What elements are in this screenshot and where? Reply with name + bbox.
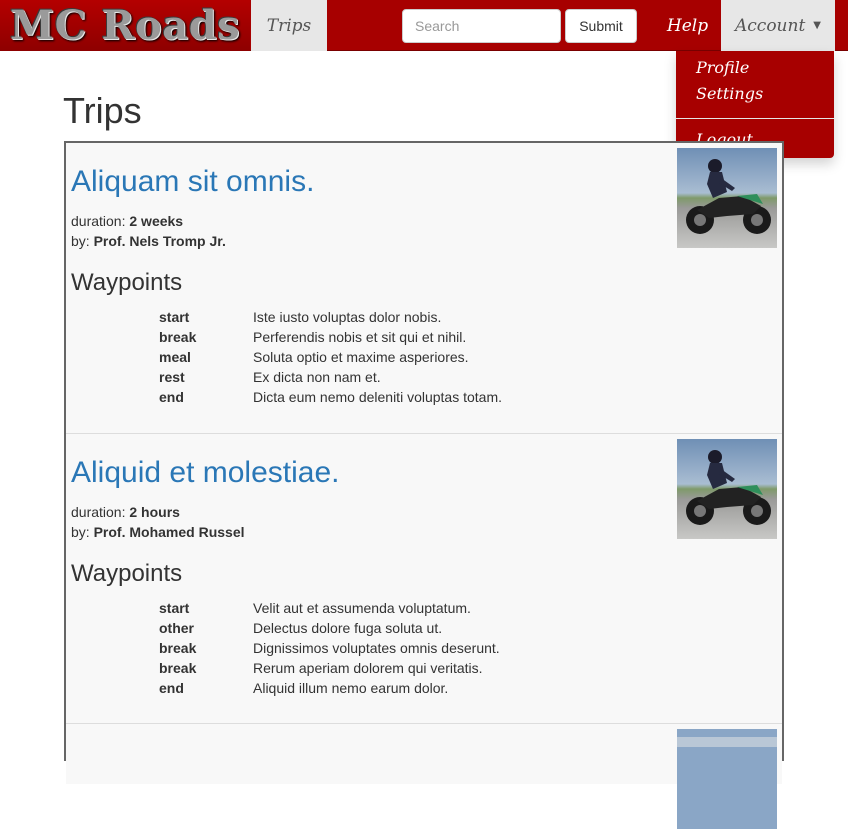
waypoints-heading: Waypoints [71,269,183,296]
waypoint-description: Velit aut et assumenda voluptatum. [253,600,471,616]
waypoint-type: other [159,620,194,636]
waypoint-description: Rerum aperiam dolorem qui veritatis. [253,660,483,676]
duration-value: 2 weeks [129,213,184,229]
trip-title-link[interactable]: Aliquam sit omnis. [71,165,314,199]
caret-down-icon: ▼ [813,20,821,31]
motorcycle-thumbnail[interactable] [677,439,777,539]
duration-label: duration: [71,213,126,229]
submit-button[interactable]: Submit [565,9,637,43]
author-name: Prof. Nels Tromp Jr. [93,233,226,249]
menu-item-profile[interactable]: Profile [696,55,749,81]
waypoint-type: break [159,640,197,656]
top-navbar: MC Roads Trips Submit Help Account ▼ [0,0,848,51]
page-title: Trips [63,90,142,131]
brand-logo[interactable]: MC Roads [0,0,250,51]
waypoint-description: Delectus dolore fuga soluta ut. [253,620,443,636]
waypoint-description: Aliquid illum nemo earum dolor. [253,680,449,696]
waypoint-type: break [159,660,197,676]
trip-duration: duration: 2 weeks [71,211,183,231]
trip-author: by: Prof. Mohamed Russel [71,522,245,542]
waypoint-description: Iste iusto voluptas dolor nobis. [253,309,442,325]
waypoint-description: Ex dicta non nam et. [253,369,381,385]
waypoint-type: break [159,329,197,345]
waypoint-description: Dicta eum nemo deleniti voluptas totam. [253,389,503,405]
waypoint-description: Dignissimos voluptates omnis deserunt. [253,640,500,656]
motorcycle-thumbnail[interactable] [677,148,777,248]
search-input[interactable] [402,9,561,43]
trip-card: Aliquam sit omnis. duration: 2 weeks by:… [66,143,782,434]
nav-help-link[interactable]: Help [655,0,720,51]
waypoint-type: meal [159,349,191,365]
duration-label: duration: [71,504,126,520]
waypoint-type: end [159,389,184,405]
waypoint-type: start [159,309,190,325]
trip-card: Aliquid et molestiae. duration: 2 hours … [66,434,782,724]
waypoint-type: rest [159,369,185,385]
trip-author: by: Prof. Nels Tromp Jr. [71,231,226,251]
nav-trips-link[interactable]: Trips [251,0,327,51]
motorcycle-thumbnail[interactable] [677,729,777,829]
trip-title-link[interactable]: Aliquid et molestiae. [71,456,339,490]
by-label: by: [71,524,90,540]
menu-item-settings[interactable]: Settings [696,81,763,107]
waypoint-description: Soluta optio et maxime asperiores. [253,349,469,365]
duration-value: 2 hours [129,504,180,520]
waypoint-description: Perferendis nobis et sit qui et nihil. [253,329,467,345]
account-label: Account [735,15,806,36]
trip-card [66,724,782,829]
waypoints-heading: Waypoints [71,560,183,587]
trip-duration: duration: 2 hours [71,502,180,522]
waypoint-type: start [159,600,190,616]
by-label: by: [71,233,90,249]
author-name: Prof. Mohamed Russel [93,524,245,540]
waypoint-type: end [159,680,184,696]
menu-divider [676,118,834,119]
trip-list: Aliquam sit omnis. duration: 2 weeks by:… [64,141,784,829]
account-dropdown-toggle[interactable]: Account ▼ [721,0,835,51]
